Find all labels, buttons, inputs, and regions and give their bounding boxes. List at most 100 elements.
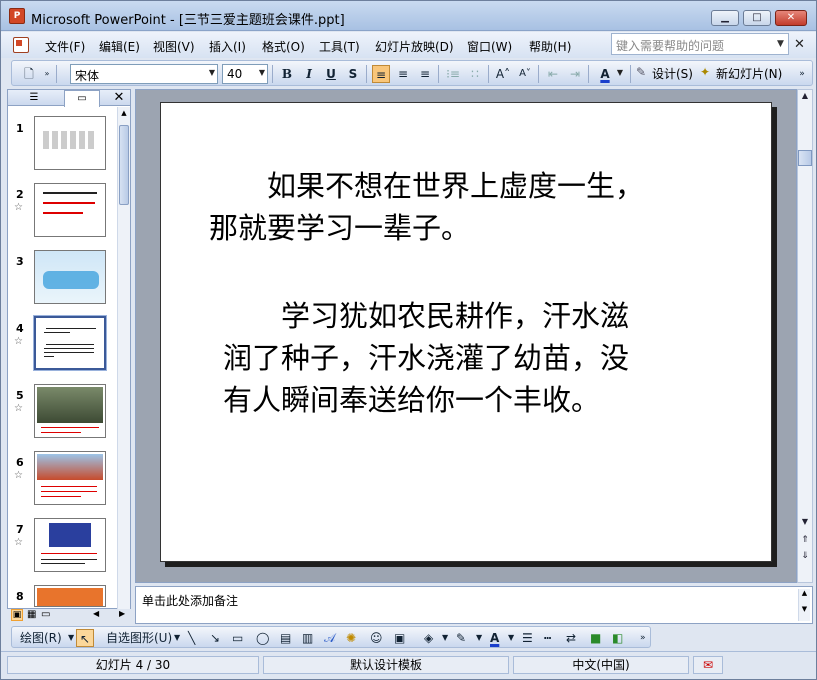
3d-style-icon[interactable]: ◧: [612, 629, 623, 647]
help-search-input[interactable]: 键入需要帮助的问题: [611, 33, 789, 55]
vertical-textbox-icon[interactable]: ▥: [302, 629, 313, 647]
slide-thumbnail-6[interactable]: [34, 451, 106, 505]
slides-tab[interactable]: ▭: [64, 90, 100, 107]
scroll-up-icon[interactable]: ▲: [119, 109, 129, 117]
slide-text-paragraph-2[interactable]: 学习犹如农民耕作，汗水滋润了种子，汗水浇灌了幼苗，没有人瞬间奉送给你一个丰收。: [223, 295, 643, 421]
dash-style-icon[interactable]: ┅: [544, 629, 551, 647]
minimize-button[interactable]: ▁: [711, 10, 739, 26]
outline-tab[interactable]: ☰: [16, 90, 52, 106]
line-color-icon[interactable]: ✎: [456, 629, 466, 647]
align-left-icon[interactable]: ≡: [372, 65, 390, 83]
slide-thumbnail-8[interactable]: [34, 585, 106, 607]
bullets-icon[interactable]: ∷: [466, 65, 484, 83]
numbering-icon[interactable]: ⁝≡: [444, 65, 462, 83]
decrease-indent-icon[interactable]: ⇤: [544, 65, 562, 83]
new-file-icon[interactable]: 🗋: [20, 65, 38, 83]
menu-window[interactable]: 窗口(W): [467, 38, 512, 55]
menu-edit[interactable]: 编辑(E): [99, 38, 140, 55]
font-color-draw-icon[interactable]: A: [490, 629, 499, 647]
toolbar-options-icon[interactable]: »: [42, 65, 52, 83]
spelling-status-icon[interactable]: ✉: [693, 656, 723, 674]
line-color-dropdown-icon[interactable]: ▼: [476, 629, 482, 647]
autoshapes-button[interactable]: 自选图形(U): [106, 629, 172, 647]
size-dropdown-icon[interactable]: ▼: [256, 64, 268, 82]
scroll-left-icon[interactable]: ◀: [93, 609, 99, 618]
slide-thumbnail-5[interactable]: [34, 384, 106, 438]
menu-format[interactable]: 格式(O): [262, 38, 305, 55]
toolbar-overflow-icon[interactable]: »: [796, 65, 808, 83]
scroll-up-icon[interactable]: ▲: [798, 90, 812, 102]
bold-button[interactable]: B: [278, 65, 296, 83]
notes-scrollbar[interactable]: ▲ ▼: [798, 589, 810, 621]
select-pointer-icon[interactable]: ↖: [76, 629, 94, 647]
animation-star-icon: ☆: [14, 537, 23, 548]
font-dropdown-icon[interactable]: ▼: [206, 64, 218, 82]
wordart-icon[interactable]: 𝒜: [324, 629, 335, 647]
notes-pane[interactable]: 单击此处添加备注 ▲ ▼: [135, 586, 813, 624]
oval-icon[interactable]: ◯: [256, 629, 269, 647]
italic-button[interactable]: I: [300, 65, 318, 83]
clipart-icon[interactable]: ☺: [370, 629, 383, 647]
slide-thumbnail-2[interactable]: [34, 183, 106, 237]
previous-slide-icon[interactable]: ⇑: [798, 534, 812, 546]
align-right-icon[interactable]: ≡: [416, 65, 434, 83]
slide-thumbnail-4-selected[interactable]: [33, 315, 107, 371]
close-button[interactable]: ✕: [775, 10, 807, 26]
scroll-down-icon[interactable]: ▼: [798, 516, 812, 528]
slide-thumbnail-1[interactable]: [34, 116, 106, 170]
next-slide-icon[interactable]: ⇓: [798, 550, 812, 562]
line-icon[interactable]: ╲: [188, 629, 195, 647]
textbox-icon[interactable]: ▤: [280, 629, 291, 647]
help-dropdown-icon[interactable]: ▼: [777, 39, 784, 49]
draw-menu-button[interactable]: 绘图(R): [20, 629, 62, 647]
rectangle-icon[interactable]: ▭: [232, 629, 243, 647]
menu-help[interactable]: 帮助(H): [529, 38, 571, 55]
line-style-icon[interactable]: ☰: [522, 629, 533, 647]
thumbnail-scroll-thumb[interactable]: [119, 125, 129, 205]
slide-thumbnail-7[interactable]: [34, 518, 106, 572]
menu-tools[interactable]: 工具(T): [319, 38, 360, 55]
font-color-dropdown-icon[interactable]: ▼: [614, 64, 626, 82]
font-name-combo[interactable]: 宋体: [70, 64, 218, 84]
current-slide[interactable]: 如果不想在世界上虚度一生，那就要学习一辈子。 学习犹如农民耕作，汗水滋润了种子，…: [160, 102, 772, 562]
sorter-view-icon[interactable]: ▦: [27, 609, 36, 620]
maximize-button[interactable]: □: [743, 10, 771, 26]
fill-color-icon[interactable]: ◈: [424, 629, 433, 647]
increase-font-icon[interactable]: A˄: [494, 65, 512, 83]
document-icon[interactable]: [13, 37, 29, 53]
diagram-icon[interactable]: ✺: [346, 629, 356, 647]
shadow-button[interactable]: S: [344, 65, 362, 83]
slideshow-view-icon[interactable]: ▭: [41, 609, 50, 620]
autoshapes-dropdown-icon[interactable]: ▼: [174, 629, 180, 647]
slide-text-paragraph-1[interactable]: 如果不想在世界上虚度一生，那就要学习一辈子。: [209, 165, 649, 249]
arrow-icon[interactable]: ↘: [210, 629, 220, 647]
arrow-style-icon[interactable]: ⇄: [566, 629, 576, 647]
thumbnail-scrollbar[interactable]: ▲: [117, 107, 130, 609]
pane-close-icon[interactable]: ✕: [112, 90, 126, 106]
font-color-icon[interactable]: A: [596, 65, 614, 83]
decrease-font-icon[interactable]: A˅: [516, 65, 534, 83]
design-button[interactable]: 设计(S): [652, 64, 693, 84]
menu-view[interactable]: 视图(V): [153, 38, 195, 55]
picture-icon[interactable]: ▣: [394, 629, 405, 647]
new-slide-button[interactable]: 新幻灯片(N): [716, 64, 782, 84]
menu-slideshow[interactable]: 幻灯片放映(D): [375, 38, 454, 55]
scroll-right-icon[interactable]: ▶: [119, 609, 125, 618]
powerpoint-app-icon[interactable]: P: [9, 8, 25, 24]
slide-thumbnail-3[interactable]: [34, 250, 106, 304]
increase-indent-icon[interactable]: ⇥: [566, 65, 584, 83]
normal-view-icon[interactable]: ▣: [11, 609, 23, 621]
font-color-draw-dropdown-icon[interactable]: ▼: [508, 629, 514, 647]
slide-scroll-thumb[interactable]: [798, 150, 812, 166]
shadow-style-icon[interactable]: ■: [590, 629, 601, 647]
menu-file[interactable]: 文件(F): [45, 38, 85, 55]
notes-placeholder[interactable]: 单击此处添加备注: [142, 592, 238, 609]
underline-button[interactable]: U: [322, 65, 340, 83]
menu-insert[interactable]: 插入(I): [209, 38, 246, 55]
align-center-icon[interactable]: ≡: [394, 65, 412, 83]
slide-scrollbar[interactable]: ▲ ▼ ⇑ ⇓: [797, 89, 813, 583]
draw-dropdown-icon[interactable]: ▼: [68, 629, 74, 647]
drawbar-overflow-icon[interactable]: »: [640, 629, 646, 647]
close-document-icon[interactable]: ✕: [794, 37, 805, 52]
fill-dropdown-icon[interactable]: ▼: [442, 629, 448, 647]
